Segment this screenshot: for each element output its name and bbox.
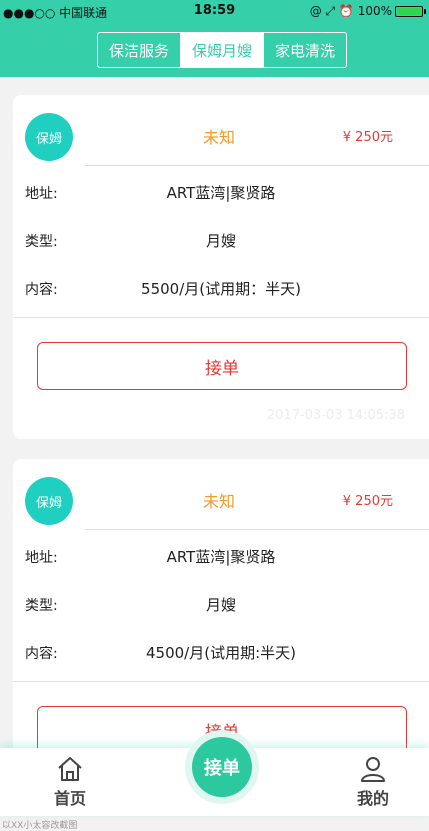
type-label: 类型: [25, 598, 58, 614]
nav-mine[interactable]: 我的 [343, 754, 403, 809]
type-value: 月嫂 [205, 232, 236, 250]
status-bar: ●●●○○ 中国联通 18:59 @ ⤢ ⏰ 100% [0, 0, 429, 22]
content-row: 内容: 4500/月(试用期:半天) [13, 641, 429, 665]
divider [85, 165, 429, 166]
status-icons: @ ⤢ ⏰ 100% [309, 4, 392, 18]
content-value: 5500/月(试用期：半天) [141, 280, 301, 298]
nav-mine-label: 我的 [356, 789, 389, 808]
divider [13, 317, 429, 318]
content-label: 内容: [25, 282, 58, 298]
nav-home[interactable]: 首页 [40, 754, 100, 809]
tab-cleaning[interactable]: 保洁服务 [98, 33, 181, 67]
content-value: 4500/月(试用期:半天) [146, 644, 296, 662]
battery-tip-icon [424, 9, 426, 14]
type-label: 类型: [25, 234, 58, 250]
top-header: ●●●○○ 中国联通 18:59 @ ⤢ ⏰ 100% 保洁服务 保姆月嫂 家电… [0, 0, 429, 77]
order-price: ¥ 250元 [342, 130, 393, 145]
divider [85, 529, 429, 530]
address-value: ART蓝湾|聚贤路 [166, 548, 276, 566]
content-label: 内容: [25, 646, 58, 662]
status-right: @ ⤢ ⏰ 100% [310, 4, 426, 19]
home-icon [58, 757, 82, 781]
service-tag: 保姆 [25, 477, 73, 525]
order-timestamp: 2017-03-03 14:05:38 [266, 408, 405, 423]
type-row: 类型: 月嫂 [13, 229, 429, 253]
app-screen: ●●●○○ 中国联通 18:59 @ ⤢ ⏰ 100% 保洁服务 保姆月嫂 家电… [0, 0, 429, 831]
order-card: 保姆 未知 ¥ 250元 地址: ART蓝湾|聚贤路 类型: 月嫂 内容: 55… [13, 95, 429, 439]
nav-home-label: 首页 [53, 789, 86, 808]
accept-order-button[interactable]: 接单 [37, 342, 407, 390]
category-tabs: 保洁服务 保姆月嫂 家电清洗 [97, 32, 347, 68]
image-caption: 以XX小太容改截图 [2, 821, 78, 831]
tab-appliance[interactable]: 家电清洗 [264, 33, 346, 67]
content-row: 内容: 5500/月(试用期：半天) [13, 277, 429, 301]
order-price: ¥ 250元 [342, 494, 393, 509]
user-icon [361, 757, 385, 782]
address-value: ART蓝湾|聚贤路 [166, 184, 276, 202]
accept-fab-ring: 接单 [185, 730, 259, 804]
accept-fab-button[interactable]: 接单 [192, 737, 252, 797]
address-row: 地址: ART蓝湾|聚贤路 [13, 545, 429, 569]
address-label: 地址: [25, 186, 58, 202]
type-value: 月嫂 [205, 596, 236, 614]
battery-icon [395, 6, 423, 17]
tab-nanny[interactable]: 保姆月嫂 [181, 33, 264, 67]
order-state: 未知 [203, 128, 236, 147]
service-tag: 保姆 [25, 113, 73, 161]
address-label: 地址: [25, 550, 58, 566]
address-row: 地址: ART蓝湾|聚贤路 [13, 181, 429, 205]
divider [13, 681, 429, 682]
type-row: 类型: 月嫂 [13, 593, 429, 617]
order-state: 未知 [203, 492, 236, 511]
